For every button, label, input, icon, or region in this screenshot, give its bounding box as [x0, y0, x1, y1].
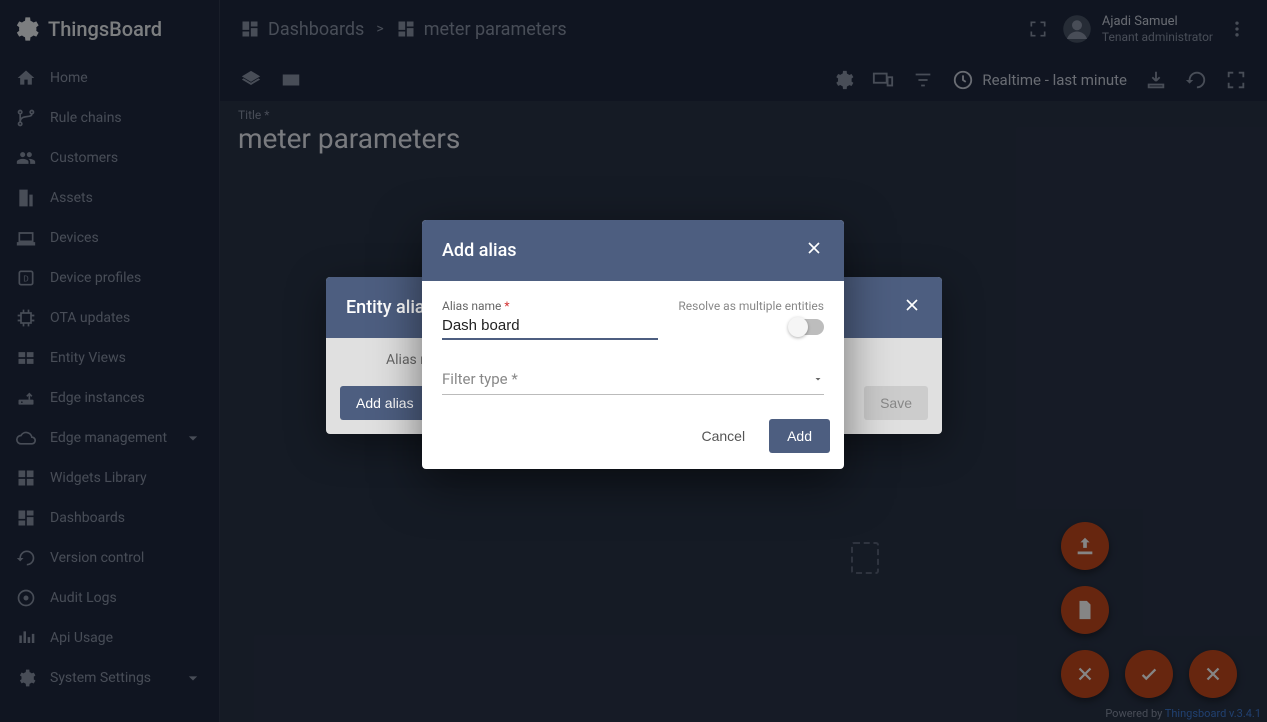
required-mark: * — [504, 299, 509, 313]
add-button[interactable]: Add — [769, 419, 830, 453]
dropdown-icon — [812, 373, 824, 385]
dialog-body: Alias name * Resolve as multiple entitie… — [422, 281, 844, 403]
resolve-toggle-label: Resolve as multiple entities — [678, 299, 824, 313]
add-alias-button[interactable]: Add alias — [340, 386, 430, 420]
save-button: Save — [864, 386, 928, 420]
close-button[interactable] — [902, 295, 922, 320]
close-icon — [804, 238, 824, 258]
close-icon — [902, 295, 922, 315]
close-button[interactable] — [804, 238, 824, 263]
dialog-header: Add alias — [422, 220, 844, 281]
select-placeholder: Filter type * — [442, 370, 518, 388]
alias-name-input[interactable] — [442, 313, 658, 340]
add-alias-dialog: Add alias Alias name * Resolve as multip… — [422, 220, 844, 469]
dialog-title: Add alias — [442, 240, 517, 261]
alias-name-field: Alias name * — [442, 299, 658, 340]
dialog-footer: Cancel Add — [422, 403, 844, 469]
filter-type-select[interactable]: Filter type * — [442, 364, 824, 395]
cancel-button[interactable]: Cancel — [685, 419, 761, 453]
resolve-toggle[interactable] — [790, 319, 824, 335]
field-label: Alias name — [442, 299, 501, 313]
